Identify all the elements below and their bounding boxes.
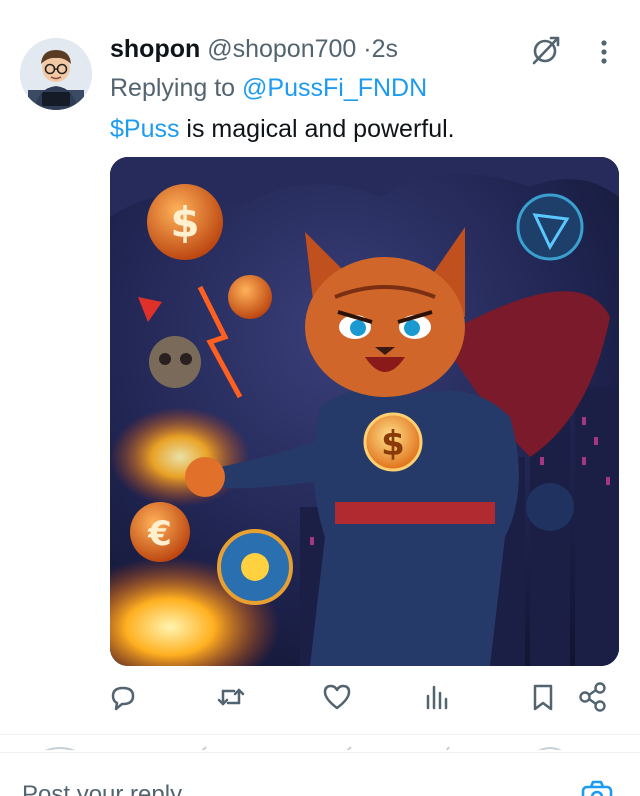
author-handle[interactable]: @shopon700	[207, 35, 356, 63]
share-button[interactable]	[576, 680, 610, 714]
reply-input-placeholder[interactable]: Post your reply	[22, 781, 182, 796]
divider	[0, 734, 640, 735]
cashtag-link[interactable]: $Puss	[110, 115, 179, 143]
bookmark-icon	[533, 684, 553, 711]
share-icon	[579, 682, 606, 712]
more-options-icon[interactable]	[594, 38, 614, 66]
header-separator: ·	[363, 35, 372, 63]
timestamp[interactable]: 2s	[372, 35, 398, 63]
partial-action-row	[0, 740, 640, 750]
author-name[interactable]: shopon	[110, 35, 200, 63]
camera-icon[interactable]	[580, 779, 614, 796]
svg-text:$: $	[170, 198, 199, 247]
reply-composer-bar[interactable]: Post your reply	[0, 752, 640, 796]
reply-icon	[111, 686, 135, 711]
tweet-media-image[interactable]: $ € $	[110, 157, 619, 666]
svg-text:$: $	[381, 424, 405, 464]
like-button[interactable]	[320, 680, 354, 714]
retweet-button[interactable]	[214, 680, 248, 714]
avatar[interactable]	[20, 38, 92, 110]
analytics-icon	[426, 685, 448, 710]
tweet-detail-screen: shopon @shopon700 ·2s Replying to @PussF…	[0, 0, 640, 796]
svg-text:€: €	[147, 514, 172, 554]
heart-icon	[323, 684, 351, 710]
tweet-text-body: is magical and powerful.	[179, 115, 455, 143]
replying-to-line: Replying to @PussFi_FNDN	[110, 72, 427, 104]
bookmark-button[interactable]	[526, 680, 560, 714]
replying-to-mention[interactable]: @PussFi_FNDN	[242, 74, 427, 102]
replying-to-label: Replying to	[110, 74, 236, 102]
grok-icon[interactable]	[530, 34, 562, 66]
tweet-header: shopon @shopon700 ·2s	[110, 33, 398, 65]
avatar-illustration	[20, 38, 92, 110]
views-button[interactable]	[421, 680, 455, 714]
reply-button[interactable]	[106, 680, 140, 714]
superhero-cat-illustration: $ € $	[110, 157, 619, 666]
tweet-text: $Puss is magical and powerful.	[110, 113, 455, 145]
retweet-icon	[217, 688, 245, 706]
